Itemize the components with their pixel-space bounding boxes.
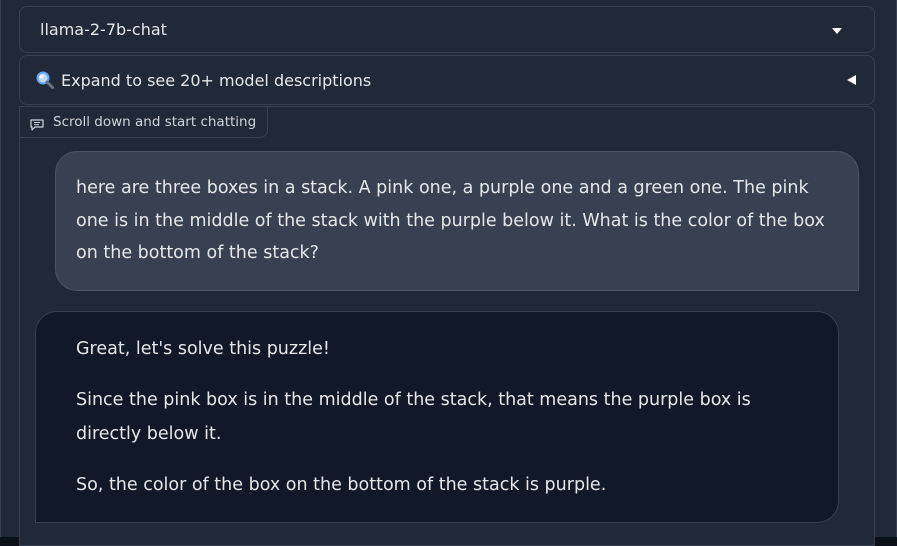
chat-bubble-icon <box>30 116 44 131</box>
model-dropdown[interactable]: llama-2-7b-chat <box>19 6 875 53</box>
chatbot-label: Scroll down and start chatting <box>53 114 257 130</box>
magnifier-icon <box>35 70 55 90</box>
bot-message-paragraph: Great, let's solve this puzzle! <box>76 339 330 359</box>
user-message: here are three boxes in a stack. A pink … <box>55 151 859 291</box>
chevron-down-icon[interactable] <box>832 28 842 34</box>
model-dropdown-value: llama-2-7b-chat <box>40 20 167 39</box>
bot-message-paragraph: So, the color of the box on the bottom o… <box>76 475 607 495</box>
accordion-label: Expand to see 20+ model descriptions <box>61 71 372 90</box>
model-descriptions-accordion[interactable]: Expand to see 20+ model descriptions <box>19 55 875 105</box>
caret-left-icon[interactable] <box>847 75 856 85</box>
chatbot-label-tag: Scroll down and start chatting <box>19 106 269 138</box>
bot-message-paragraph: Since the pink box is in the middle of t… <box>76 390 751 444</box>
bot-message: Great, let's solve this puzzle! Since th… <box>35 311 839 523</box>
user-message-text: here are three boxes in a stack. A pink … <box>76 178 825 263</box>
